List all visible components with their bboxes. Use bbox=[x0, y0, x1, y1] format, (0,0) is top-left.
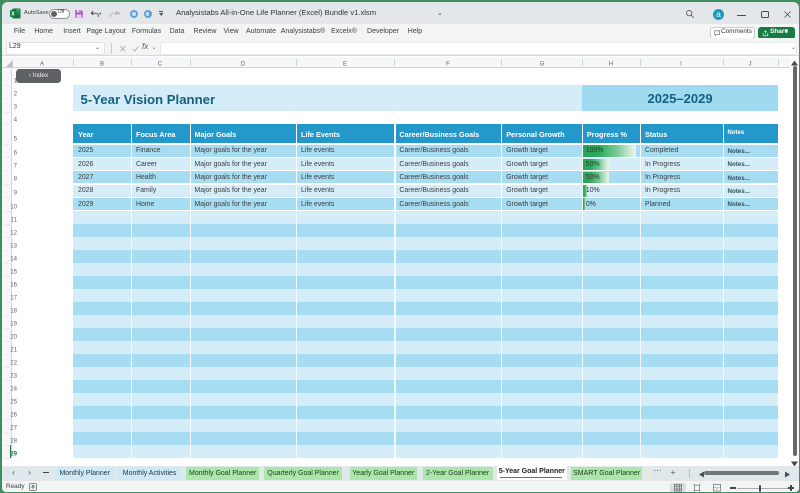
svg-text:X: X bbox=[11, 11, 15, 17]
